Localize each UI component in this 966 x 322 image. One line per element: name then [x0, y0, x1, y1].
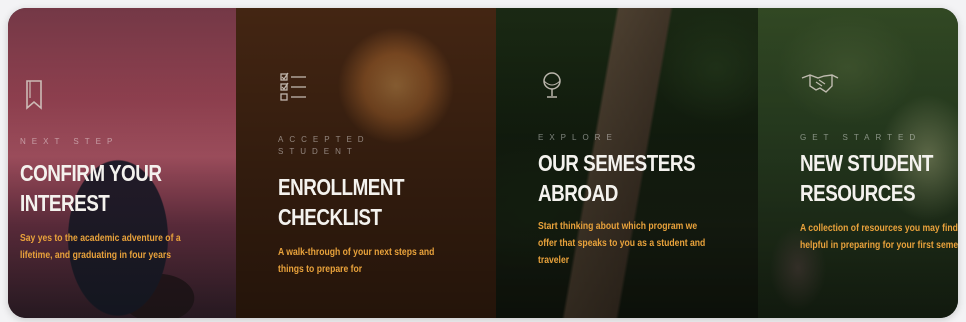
card-title: NEW STUDENT RESOURCES — [800, 150, 933, 206]
card-title: CONFIRM YOUR INTEREST — [20, 160, 162, 216]
checklist-icon — [280, 72, 306, 101]
card-new-student-resources[interactable]: GET STARTED NEW STUDENT RESOURCES A coll… — [758, 8, 958, 318]
card-kicker: GET STARTED — [800, 133, 922, 142]
bookmark-icon — [26, 80, 42, 110]
card-semesters-abroad[interactable]: EXPLORE OUR SEMESTERS ABROAD Start think… — [496, 8, 758, 318]
handshake-icon — [801, 74, 839, 93]
card-description: A collection of resources you may find h… — [800, 223, 958, 251]
card-kicker: NEXT STEP — [20, 137, 119, 146]
card-title: OUR SEMESTERS ABROAD — [538, 150, 696, 206]
card-description: Say yes to the academic adventure of a l… — [20, 233, 181, 261]
card-description: A walk-through of your next steps and th… — [278, 247, 435, 275]
card-kicker: ACCEPTED STUDENT — [278, 135, 370, 156]
card-enrollment-checklist[interactable]: ACCEPTED STUDENT ENROLLMENT CHECKLIST A … — [236, 8, 496, 318]
globe-icon — [543, 72, 561, 98]
next-steps-card-row: NEXT STEP CONFIRM YOUR INTEREST Say yes … — [8, 8, 958, 318]
card-description: Start thinking about which program we of… — [538, 221, 706, 266]
card-confirm-interest[interactable]: NEXT STEP CONFIRM YOUR INTEREST Say yes … — [8, 8, 236, 318]
card-title: ENROLLMENT CHECKLIST — [278, 174, 405, 230]
card-kicker: EXPLORE — [538, 133, 618, 142]
